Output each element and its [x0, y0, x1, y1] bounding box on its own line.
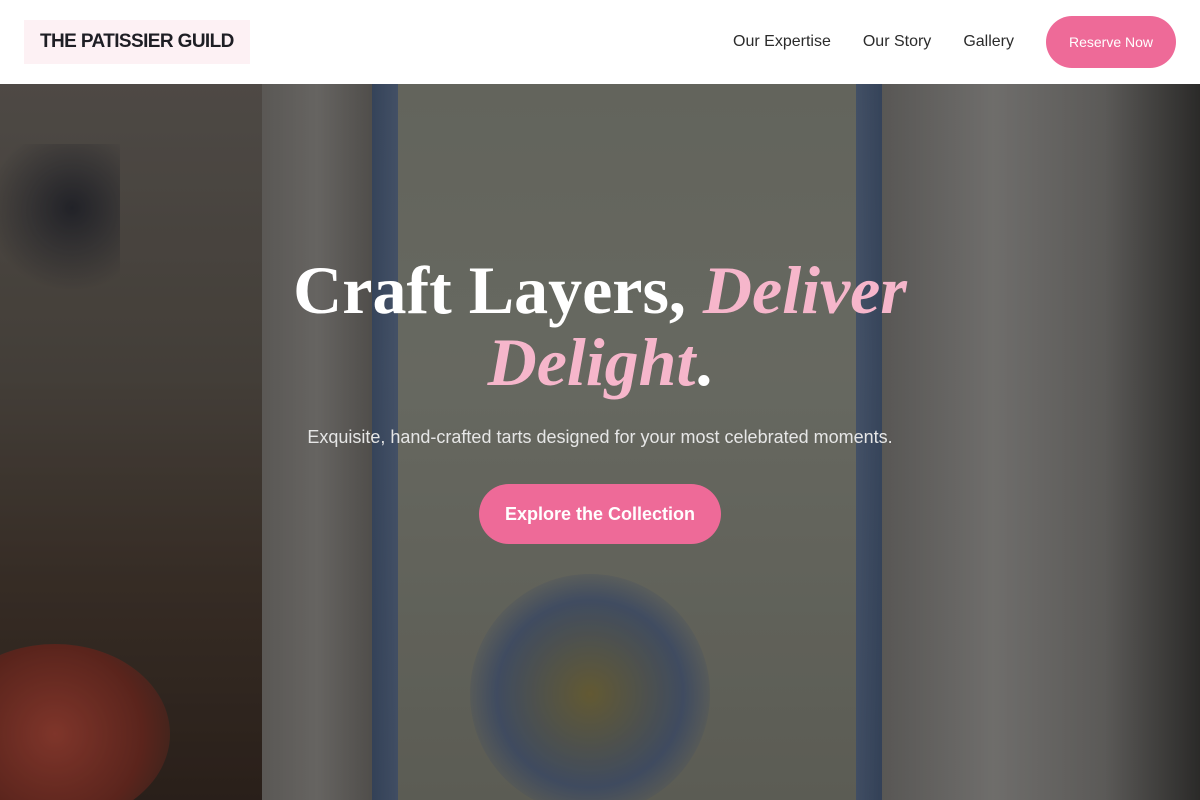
nav-link-gallery[interactable]: Gallery [963, 33, 1014, 51]
headline-plain-text: Craft Layers, [293, 252, 703, 328]
hero-subtitle: Exquisite, hand-crafted tarts designed f… [307, 427, 893, 447]
site-header: THE PATISSIER GUILD Our Expertise Our St… [0, 0, 1200, 84]
headline-end-text: . [695, 324, 713, 400]
main-nav: Our Expertise Our Story Gallery Reserve … [733, 16, 1176, 68]
hero-content: Craft Layers, Deliver Delight. Exquisite… [0, 84, 1200, 800]
explore-collection-button[interactable]: Explore the Collection [479, 484, 721, 544]
site-logo[interactable]: THE PATISSIER GUILD [24, 20, 250, 64]
headline-accent-line1: Deliver [702, 252, 907, 328]
reserve-now-button[interactable]: Reserve Now [1046, 16, 1176, 68]
hero-headline: Craft Layers, Deliver Delight. [0, 254, 1200, 398]
headline-accent-line2: Delight [487, 324, 696, 400]
nav-link-our-story[interactable]: Our Story [863, 33, 931, 51]
nav-link-our-expertise[interactable]: Our Expertise [733, 33, 831, 51]
